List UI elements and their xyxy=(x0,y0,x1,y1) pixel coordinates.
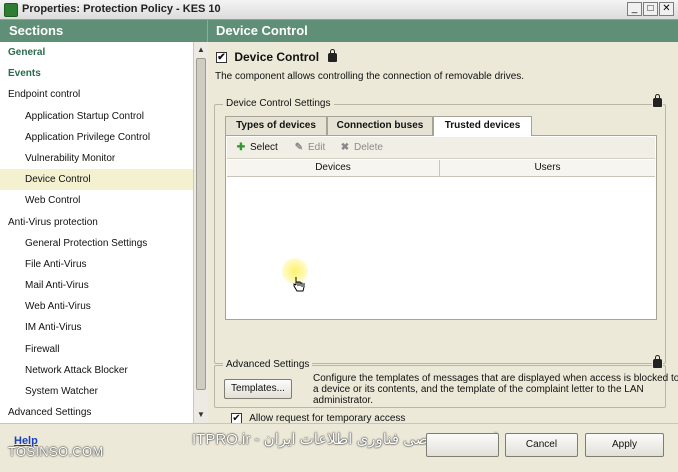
select-button[interactable]: ✚ Select xyxy=(235,141,278,155)
devices-table-header: Devices Users xyxy=(227,160,655,177)
scroll-down-icon[interactable]: ▼ xyxy=(194,408,208,422)
title-bar: Properties: Protection Policy - KES 10 _… xyxy=(0,0,678,20)
lock-icon[interactable] xyxy=(652,93,663,108)
add-plus-icon: ✚ xyxy=(236,142,246,153)
dialog-footer: Help TOSINSO.COM ITPRO.ir - انجمن تخصصی … xyxy=(0,423,678,472)
group-label: Advanced Settings xyxy=(223,359,313,370)
sidebar-item-events[interactable]: Events xyxy=(0,63,193,84)
delete-x-icon: ✖ xyxy=(340,142,350,153)
sidebar-item-device-control[interactable]: Device Control xyxy=(0,169,193,191)
main-panel: Device Control ✔ Device Control The comp… xyxy=(208,20,678,424)
sidebar-item-general-protection-settings[interactable]: General Protection Settings xyxy=(0,233,193,254)
sidebar-item-anti-virus-protection[interactable]: Anti-Virus protection xyxy=(0,212,193,233)
lock-icon[interactable] xyxy=(328,49,338,63)
kaspersky-app-icon xyxy=(4,3,18,17)
group-label: Device Control Settings xyxy=(223,98,334,109)
column-users[interactable]: Users xyxy=(440,160,655,177)
trusted-devices-panel: ✚ Select ✎ Edit ✖ Delete Devices Users xyxy=(225,135,657,320)
device-control-toggle-row: ✔ Device Control xyxy=(216,49,338,66)
templates-button[interactable]: Templates... xyxy=(224,379,292,399)
tab-connection-buses[interactable]: Connection buses xyxy=(327,116,433,135)
lock-icon[interactable] xyxy=(652,354,663,369)
component-description: The component allows controlling the con… xyxy=(215,71,525,82)
ok-button-hidden[interactable] xyxy=(426,433,499,457)
apply-button[interactable]: Apply xyxy=(585,433,664,457)
hand-cursor-icon xyxy=(293,277,305,292)
pencil-icon: ✎ xyxy=(294,142,304,153)
window-title: Properties: Protection Policy - KES 10 xyxy=(22,3,221,15)
sidebar-item-web-anti-virus[interactable]: Web Anti-Virus xyxy=(0,296,193,317)
tab-types-of-devices[interactable]: Types of devices xyxy=(225,116,327,135)
device-control-checkbox[interactable]: ✔ xyxy=(216,52,227,64)
minimize-button[interactable]: _ xyxy=(627,2,642,16)
cancel-button[interactable]: Cancel xyxy=(505,433,578,457)
page-title: Device Control xyxy=(208,20,678,42)
sidebar-item-im-anti-virus[interactable]: IM Anti-Virus xyxy=(0,317,193,338)
edit-button[interactable]: ✎ Edit xyxy=(293,141,325,155)
sidebar-item-vulnerability-monitor[interactable]: Vulnerability Monitor xyxy=(0,148,193,169)
watermark-text: TOSINSO.COM xyxy=(8,444,104,459)
sidebar-item-general[interactable]: General xyxy=(0,42,193,63)
advanced-settings-group: Advanced Settings Templates... Configure… xyxy=(214,354,678,408)
sidebar-item-advanced-settings[interactable]: Advanced Settings xyxy=(0,402,193,423)
sidebar-item-file-anti-virus[interactable]: File Anti-Virus xyxy=(0,254,193,275)
delete-button[interactable]: ✖ Delete xyxy=(339,141,383,155)
sidebar-scrollbar[interactable]: ▲ ▼ xyxy=(193,42,208,423)
sidebar-item-network-attack-blocker[interactable]: Network Attack Blocker xyxy=(0,360,193,381)
sections-sidebar: Sections General Events Endpoint control Ap… xyxy=(0,20,208,423)
sidebar-item-system-watcher[interactable]: System Watcher xyxy=(0,381,193,402)
scroll-up-icon[interactable]: ▲ xyxy=(194,43,208,57)
maximize-button[interactable]: □ xyxy=(643,2,658,16)
close-button[interactable]: ✕ xyxy=(659,2,674,16)
sidebar-header: Sections xyxy=(0,20,207,42)
sections-list: General Events Endpoint control Application… xyxy=(0,42,193,423)
sidebar-item-application-startup-control[interactable]: Application Startup Control xyxy=(0,106,193,127)
tab-trusted-devices[interactable]: Trusted devices xyxy=(433,116,532,136)
sidebar-item-web-control[interactable]: Web Control xyxy=(0,190,193,211)
sidebar-item-endpoint-control[interactable]: Endpoint control xyxy=(0,84,193,105)
scroll-thumb[interactable] xyxy=(196,58,206,390)
sidebar-item-application-privilege-control[interactable]: Application Privilege Control xyxy=(0,127,193,148)
sidebar-item-firewall[interactable]: Firewall xyxy=(0,339,193,360)
advanced-description: Configure the templates of messages that… xyxy=(313,373,678,406)
device-control-label[interactable]: Device Control xyxy=(234,50,319,64)
device-control-settings-group: Device Control Settings Types of devices… xyxy=(214,93,666,424)
column-devices[interactable]: Devices xyxy=(227,160,440,177)
devices-toolbar: ✚ Select ✎ Edit ✖ Delete xyxy=(227,137,655,159)
sidebar-item-mail-anti-virus[interactable]: Mail Anti-Virus xyxy=(0,275,193,296)
